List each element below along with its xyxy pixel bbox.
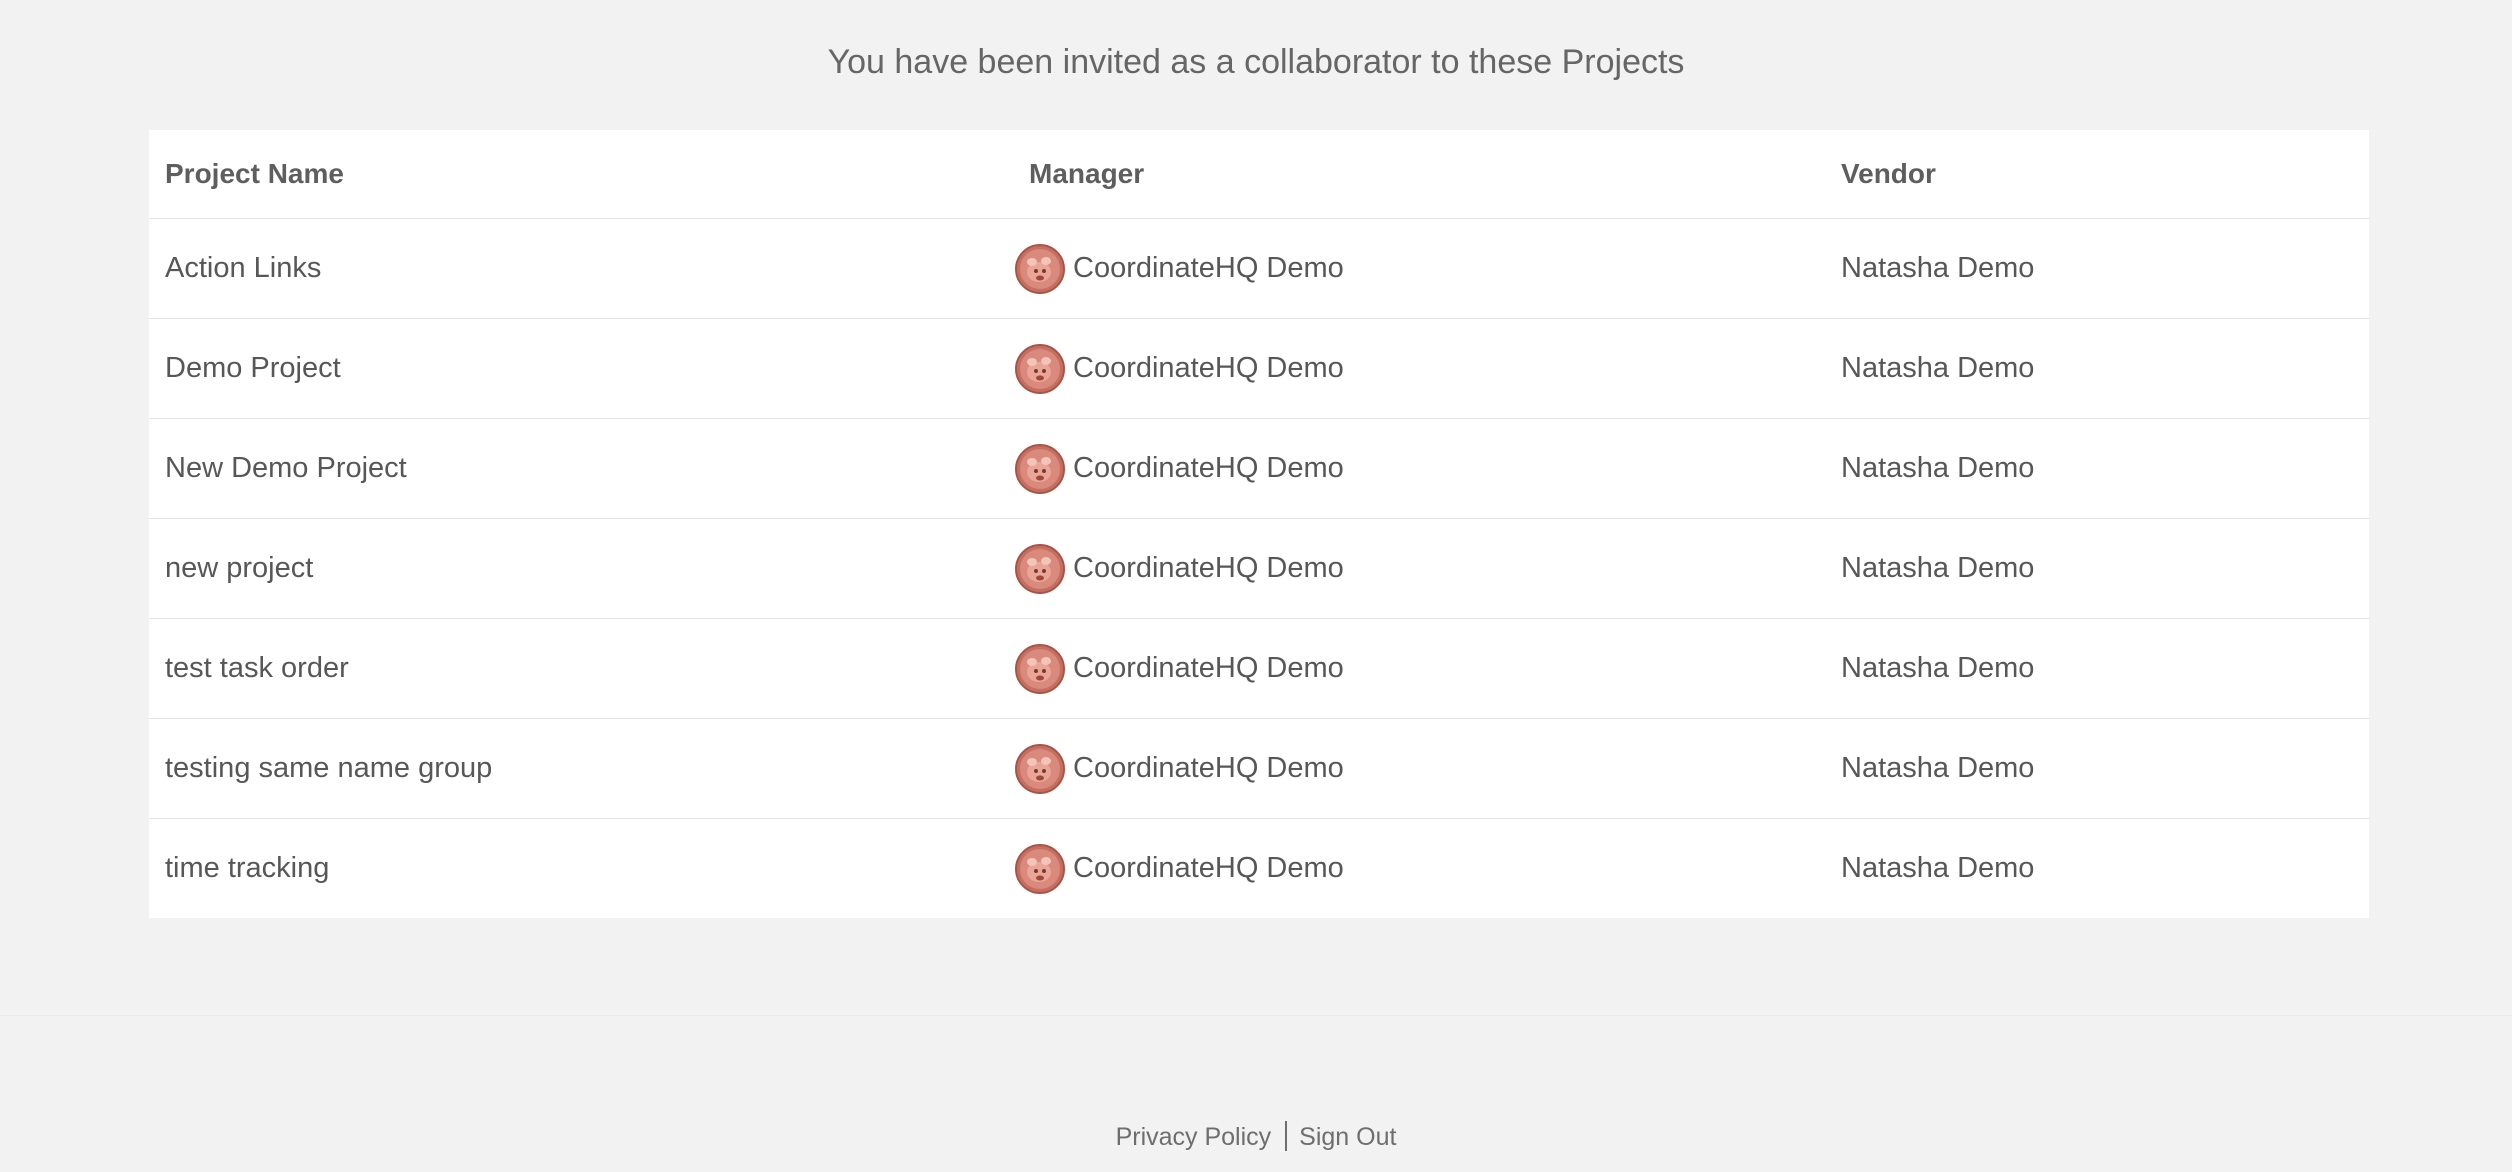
page-title: You have been invited as a collaborator … [827,43,1685,81]
table-row[interactable]: test task order CoordinateHQ Demo Natasha … [149,618,2369,719]
project-name-cell[interactable]: time tracking [149,819,1015,919]
manager-cell: CoordinateHQ Demo [1015,218,1837,319]
user-avatar-icon [1015,543,1065,594]
manager-info: CoordinateHQ Demo [1015,743,1837,794]
user-avatar-icon [1015,843,1065,894]
project-name-cell[interactable]: new project [149,518,1015,619]
vendor-cell: Natasha Demo [1837,518,2369,619]
project-name-cell[interactable]: Demo Project [149,318,1015,419]
user-avatar-icon [1015,343,1065,394]
vendor-cell: Natasha Demo [1837,418,2369,519]
projects-table: Project Name Manager Vendor Action Links… [149,130,2369,918]
sign-out-link[interactable]: Sign Out [1299,1123,1396,1151]
manager-cell: CoordinateHQ Demo [1015,718,1837,819]
vendor-cell: Natasha Demo [1837,218,2369,319]
user-avatar-icon [1015,243,1065,294]
vendor-cell: Natasha Demo [1837,318,2369,419]
project-name-cell[interactable]: testing same name group [149,718,1015,819]
manager-cell: CoordinateHQ Demo [1015,418,1837,519]
table-row[interactable]: time tracking CoordinateHQ Demo Natasha De… [149,819,2369,919]
manager-cell: CoordinateHQ Demo [1015,819,1837,919]
user-avatar-icon [1015,443,1065,494]
manager-cell: CoordinateHQ Demo [1015,618,1837,719]
manager-info: CoordinateHQ Demo [1015,543,1837,594]
user-avatar-icon [1015,743,1065,794]
vendor-header: Vendor [1837,130,2369,219]
privacy-policy-link[interactable]: Privacy Policy [1116,1123,1272,1151]
projects-table-card: Project Name Manager Vendor Action Links… [149,130,2369,918]
footer-divider [0,1015,2512,1016]
manager-cell: CoordinateHQ Demo [1015,518,1837,619]
table-header-row: Project Name Manager Vendor [149,130,2369,219]
manager-cell: CoordinateHQ Demo [1015,318,1837,419]
table-row[interactable]: testing same name group CoordinateHQ Demo… [149,718,2369,819]
project-name-header: Project Name [149,130,1015,219]
project-name-cell[interactable]: New Demo Project [149,418,1015,519]
table-row[interactable]: New Demo Project CoordinateHQ Demo Natasha… [149,418,2369,519]
footer: Privacy Policy Sign Out [0,1114,2512,1160]
manager-info: CoordinateHQ Demo [1015,243,1837,294]
manager-name: CoordinateHQ Demo [1073,252,1344,284]
vendor-cell: Natasha Demo [1837,718,2369,819]
manager-header: Manager [1015,130,1837,219]
manager-name: CoordinateHQ Demo [1073,452,1344,484]
user-avatar-icon [1015,643,1065,694]
table-row[interactable]: Demo Project CoordinateHQ Demo Natasha Dem… [149,318,2369,419]
manager-info: CoordinateHQ Demo [1015,343,1837,394]
vendor-cell: Natasha Demo [1837,618,2369,719]
manager-info: CoordinateHQ Demo [1015,643,1837,694]
table-row[interactable]: Action Links CoordinateHQ Demo Natasha Dem… [149,218,2369,319]
manager-name: CoordinateHQ Demo [1073,652,1344,684]
manager-name: CoordinateHQ Demo [1073,352,1344,384]
footer-separator [1285,1121,1288,1151]
manager-info: CoordinateHQ Demo [1015,443,1837,494]
manager-name: CoordinateHQ Demo [1073,752,1344,784]
vendor-cell: Natasha Demo [1841,852,2035,884]
manager-name: CoordinateHQ Demo [1073,552,1344,584]
project-name-cell[interactable]: test task order [149,618,1015,719]
project-name-cell[interactable]: Action Links [149,218,1015,319]
manager-name: CoordinateHQ Demo [1073,852,1344,884]
table-row[interactable]: new project CoordinateHQ Demo Natasha Demo [149,518,2369,619]
manager-info: CoordinateHQ Demo [1015,843,1837,894]
